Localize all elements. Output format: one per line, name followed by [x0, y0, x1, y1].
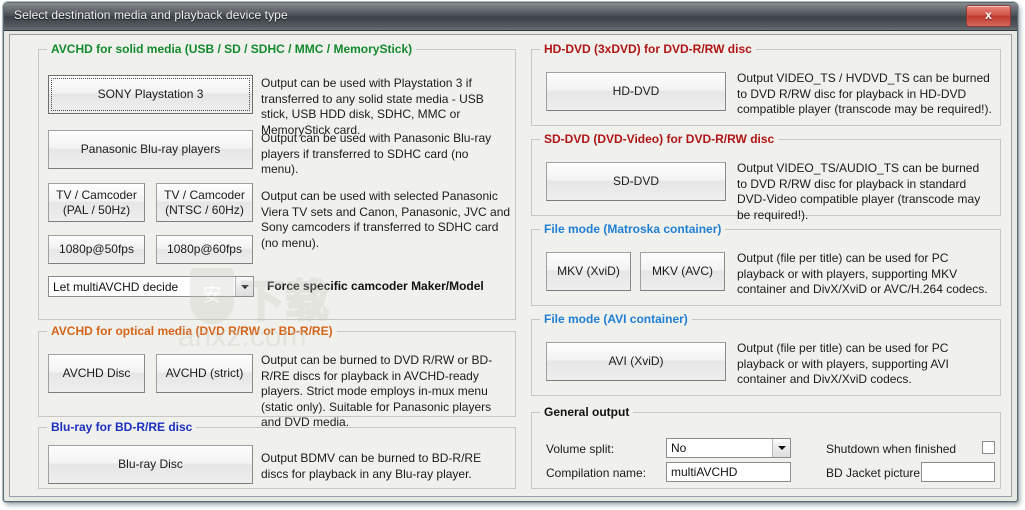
volume-split-value: No: [671, 441, 687, 455]
button-avchd-strict[interactable]: AVCHD (strict): [156, 354, 253, 393]
group-bluray: Blu-ray for BD-R/RE disc Blu-ray Disc Ou…: [38, 420, 516, 489]
button-sd-dvd[interactable]: SD-DVD: [546, 162, 726, 201]
window-title: Select destination media and playback de…: [14, 8, 288, 22]
label-compilation-name: Compilation name:: [546, 466, 647, 480]
button-panasonic-bluray-players[interactable]: Panasonic Blu-ray players: [48, 130, 253, 169]
label-volume-split: Volume split:: [546, 442, 615, 456]
description-panasonic-bluray-players: Output can be used with Panasonic Blu-ra…: [261, 131, 492, 176]
label-force-specific-camcoder: Force specific camcoder Maker/Model: [267, 279, 484, 293]
description-file-mode-matroska: Output (file per title) can be used for …: [737, 251, 988, 296]
dialog-window: Select destination media and playback de…: [3, 2, 1018, 502]
description-sony-playstation-3: Output can be used with Playstation 3 if…: [261, 76, 484, 137]
bd-jacket-picture-input[interactable]: [921, 462, 995, 482]
label-shutdown-when-finished: Shutdown when finished: [826, 442, 957, 456]
button-tv-camcoder-ntsc[interactable]: TV / Camcoder (NTSC / 60Hz): [156, 183, 253, 222]
button-avi-xvid[interactable]: AVI (XviD): [546, 342, 726, 381]
group-file-mode-matroska: File mode (Matroska container) MKV (XviD…: [531, 222, 1001, 306]
group-legend-bluray: Blu-ray for BD-R/RE disc: [47, 420, 197, 434]
close-button[interactable]: x: [966, 5, 1011, 27]
button-sony-playstation-3[interactable]: SONY Playstation 3: [48, 75, 253, 114]
camcoder-maker-model-combo[interactable]: Let multiAVCHD decide: [48, 276, 254, 297]
compilation-name-input[interactable]: [666, 462, 791, 482]
title-bar: Select destination media and playback de…: [4, 3, 1017, 31]
dialog-client-area: AVCHD for solid media (USB / SD / SDHC /…: [9, 34, 1012, 497]
description-avchd-optical-media: Output can be burned to DVD R/RW or BD-R…: [261, 353, 493, 429]
group-legend-file-mode-avi: File mode (AVI container): [540, 312, 692, 326]
description-bluray: Output BDMV can be burned to BD-R/RE dis…: [261, 451, 482, 481]
group-file-mode-avi: File mode (AVI container) AVI (XviD) Out…: [531, 312, 1001, 396]
chevron-down-icon[interactable]: [772, 439, 790, 457]
button-avchd-disc[interactable]: AVCHD Disc: [48, 354, 145, 393]
description-hd-dvd: Output VIDEO_TS / HVDVD_TS can be burned…: [737, 71, 992, 116]
shutdown-when-finished-checkbox[interactable]: [982, 441, 995, 454]
description-file-mode-avi: Output (file per title) can be used for …: [737, 341, 949, 386]
group-general-output: General output Volume split: No Compilat…: [531, 405, 1001, 489]
button-tv-camcoder-pal[interactable]: TV / Camcoder (PAL / 50Hz): [48, 183, 145, 222]
camcoder-maker-model-value: Let multiAVCHD decide: [53, 279, 179, 294]
description-tv-camcoder: Output can be used with selected Panason…: [261, 189, 511, 250]
group-legend-hd-dvd: HD-DVD (3xDVD) for DVD-R/RW disc: [540, 42, 756, 56]
group-hd-dvd: HD-DVD (3xDVD) for DVD-R/RW disc HD-DVD …: [531, 42, 1001, 126]
close-icon: x: [985, 8, 992, 22]
button-hd-dvd[interactable]: HD-DVD: [546, 72, 726, 111]
label-bd-jacket-picture: BD Jacket picture:: [826, 466, 924, 480]
button-1080p-50fps[interactable]: 1080p@50fps: [48, 235, 145, 264]
volume-split-combo[interactable]: No: [666, 438, 791, 458]
group-legend-general-output: General output: [540, 405, 634, 419]
button-1080p-60fps[interactable]: 1080p@60fps: [156, 235, 253, 264]
button-mkv-avc[interactable]: MKV (AVC): [640, 252, 725, 291]
chevron-down-icon[interactable]: [235, 277, 253, 296]
description-sd-dvd: Output VIDEO_TS/AUDIO_TS can be burned t…: [737, 161, 981, 222]
group-legend-avchd-solid-media: AVCHD for solid media (USB / SD / SDHC /…: [47, 42, 417, 56]
group-legend-avchd-optical-media: AVCHD for optical media (DVD R/RW or BD-…: [47, 324, 337, 338]
button-mkv-xvid[interactable]: MKV (XviD): [546, 252, 631, 291]
group-avchd-solid-media: AVCHD for solid media (USB / SD / SDHC /…: [38, 42, 516, 320]
button-bluray-disc[interactable]: Blu-ray Disc: [48, 445, 253, 484]
group-avchd-optical-media: AVCHD for optical media (DVD R/RW or BD-…: [38, 324, 516, 429]
group-legend-sd-dvd: SD-DVD (DVD-Video) for DVD-R/RW disc: [540, 132, 779, 146]
group-sd-dvd: SD-DVD (DVD-Video) for DVD-R/RW disc SD-…: [531, 132, 1001, 222]
group-legend-file-mode-matroska: File mode (Matroska container): [540, 222, 726, 236]
